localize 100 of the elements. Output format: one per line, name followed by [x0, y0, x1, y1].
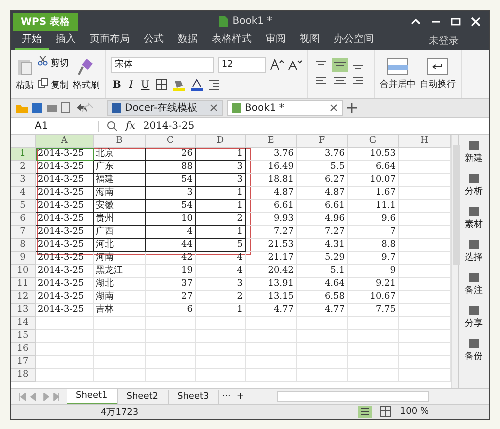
- table-cell: 6.61: [246, 200, 297, 213]
- merge-center-button[interactable]: 合并居中: [380, 58, 416, 90]
- more-sheets-button[interactable]: ···: [219, 392, 234, 402]
- table-cell: 10.53: [348, 148, 399, 161]
- copy-button[interactable]: 复制: [38, 78, 69, 92]
- function-button[interactable]: fx: [126, 120, 136, 132]
- sidebar-item[interactable]: 备注: [465, 273, 483, 297]
- table-cell: [146, 356, 196, 369]
- row-header[interactable]: 11: [11, 278, 36, 291]
- format-painter-button[interactable]: 格式刷: [72, 56, 100, 92]
- row-header[interactable]: 1: [11, 148, 36, 161]
- column-header[interactable]: B: [94, 135, 146, 148]
- sidebar-item[interactable]: 素材: [465, 207, 483, 231]
- page-view-icon[interactable]: [380, 406, 392, 418]
- row-header[interactable]: 2: [11, 161, 36, 174]
- table-cell: 湖南: [94, 291, 146, 304]
- row-header[interactable]: 12: [11, 291, 36, 304]
- column-header[interactable]: C: [146, 135, 196, 148]
- underline-button[interactable]: U: [139, 80, 152, 90]
- zoom-level[interactable]: 100 %: [400, 407, 429, 417]
- table-cell: 贵州: [94, 213, 146, 226]
- table-cell: 27: [146, 291, 196, 304]
- menu-tab[interactable]: 表格样式: [205, 32, 259, 50]
- menu-tab[interactable]: 页面布局: [83, 32, 137, 50]
- table-cell: 河北: [94, 239, 146, 252]
- row-header[interactable]: 3: [11, 174, 36, 187]
- table-cell: [246, 356, 297, 369]
- column-header[interactable]: D: [196, 135, 246, 148]
- table-cell: 4.87: [246, 187, 297, 200]
- menu-tab[interactable]: 公式: [137, 32, 171, 50]
- column-header[interactable]: A: [36, 135, 94, 148]
- zoom-icon[interactable]: [107, 120, 118, 132]
- table-cell: 37: [146, 278, 196, 291]
- menu-tab[interactable]: 数据: [171, 32, 205, 50]
- row-header[interactable]: 7: [11, 226, 36, 239]
- row-header[interactable]: 10: [11, 265, 36, 278]
- formula-field[interactable]: 2014-3-25: [143, 120, 195, 132]
- window-title: Book1 *: [232, 16, 272, 27]
- row-header[interactable]: 8: [11, 239, 36, 252]
- column-header[interactable]: F: [297, 135, 348, 148]
- sidebar-item[interactable]: 分享: [465, 306, 483, 330]
- column-header[interactable]: E: [246, 135, 297, 148]
- table-cell: 安徽: [94, 200, 146, 213]
- sidebar-item[interactable]: 新建: [465, 141, 483, 165]
- borders-icon[interactable]: [156, 79, 168, 91]
- column-header[interactable]: G: [348, 135, 399, 148]
- menu-tab[interactable]: 插入: [49, 32, 83, 50]
- bold-button[interactable]: B: [110, 80, 124, 90]
- table-cell: 4.64: [297, 278, 348, 291]
- row-header[interactable]: 16: [11, 343, 36, 356]
- menu-tab[interactable]: 审阅: [259, 32, 293, 50]
- sheet-tab[interactable]: Sheet1: [67, 388, 118, 404]
- row-header[interactable]: 17: [11, 356, 36, 369]
- table-cell: [246, 369, 297, 382]
- cut-button[interactable]: 剪切: [38, 56, 69, 70]
- indent-icon[interactable]: [208, 79, 220, 91]
- menu-tab[interactable]: 办公空间: [327, 32, 381, 50]
- horizontal-scrollbar[interactable]: [277, 391, 430, 402]
- document-tab[interactable]: Book1 *: [227, 100, 343, 116]
- row-header[interactable]: 6: [11, 213, 36, 226]
- table-cell: 3: [196, 278, 246, 291]
- close-icon[interactable]: [330, 104, 338, 112]
- scissors-icon: [38, 56, 48, 66]
- font-name-field[interactable]: 宋体: [110, 57, 214, 73]
- new-tab-icon[interactable]: [347, 103, 357, 113]
- table-cell: [348, 317, 399, 330]
- row-header[interactable]: 18: [11, 369, 36, 382]
- sidebar-item[interactable]: 分析: [465, 174, 483, 198]
- row-header[interactable]: 5: [11, 200, 36, 213]
- row-header[interactable]: 13: [11, 304, 36, 317]
- italic-button[interactable]: I: [127, 80, 136, 90]
- document-tab[interactable]: Docer-在线模板: [107, 100, 223, 116]
- row-header[interactable]: 4: [11, 187, 36, 200]
- table-cell: 6.61: [297, 200, 348, 213]
- font-size-field[interactable]: 12: [218, 57, 266, 73]
- sidebar-item[interactable]: 备份: [465, 339, 483, 363]
- name-box[interactable]: A1: [11, 120, 99, 132]
- row-header[interactable]: 15: [11, 330, 36, 343]
- sidebar-item[interactable]: 选择: [465, 240, 483, 264]
- font-color-icon[interactable]: [190, 79, 204, 91]
- table-cell: 9: [348, 265, 399, 278]
- menu-tab[interactable]: 视图: [293, 32, 327, 50]
- table-cell: 2014-3-25: [36, 239, 94, 252]
- collapse-icon[interactable]: [411, 16, 421, 26]
- grow-font-icon[interactable]: [270, 59, 284, 71]
- row-header[interactable]: 9: [11, 252, 36, 265]
- table-cell: 5.5: [297, 161, 348, 174]
- paste-button[interactable]: 粘贴: [16, 56, 34, 92]
- maximize-icon[interactable]: [451, 16, 461, 26]
- login-link[interactable]: 未登录: [429, 34, 459, 48]
- scroll-thumb[interactable]: [453, 145, 460, 265]
- table-cell: [246, 330, 297, 343]
- shrink-font-icon[interactable]: [288, 59, 302, 71]
- wrap-text-button[interactable]: 自动换行: [420, 58, 456, 90]
- row-header[interactable]: 14: [11, 317, 36, 330]
- table-cell: 福建: [94, 174, 146, 187]
- fill-color-icon[interactable]: [172, 79, 186, 91]
- add-sheet-button[interactable]: +: [234, 392, 248, 402]
- normal-view-icon[interactable]: [358, 406, 372, 418]
- table-cell: 2014-3-25: [36, 265, 94, 278]
